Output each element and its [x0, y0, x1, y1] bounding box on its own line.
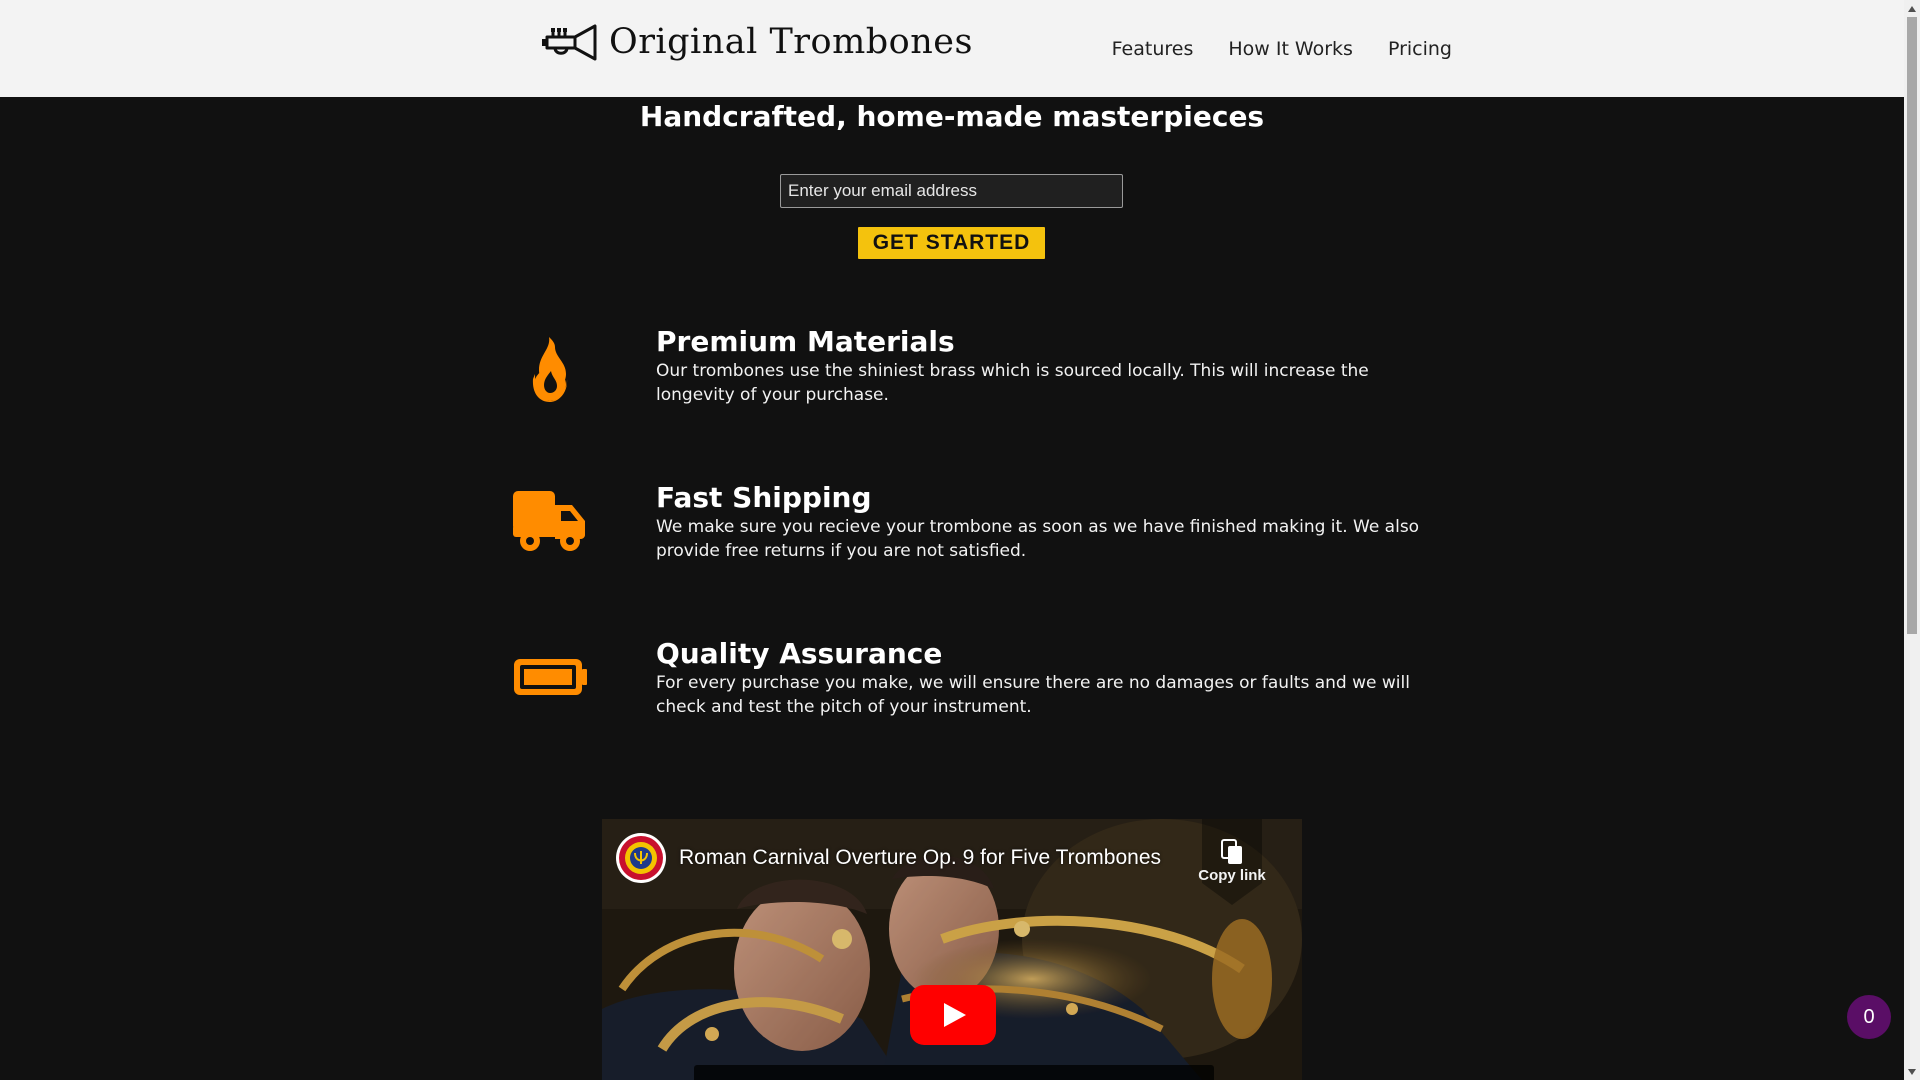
cart-count-badge[interactable]: 0: [1847, 995, 1891, 1039]
feature-title: Quality Assurance: [656, 637, 943, 670]
nav-link-how-it-works[interactable]: How It Works: [1228, 38, 1353, 60]
nav-link-features[interactable]: Features: [1112, 38, 1194, 60]
video-embed[interactable]: Roman Carnival Overture Op. 9 for Five T…: [602, 819, 1302, 1080]
feature-title: Premium Materials: [656, 325, 955, 358]
video-title[interactable]: Roman Carnival Overture Op. 9 for Five T…: [679, 846, 1161, 870]
battery-icon: [510, 637, 590, 717]
main-nav: Features How It Works Pricing: [1112, 38, 1452, 60]
hero-title: Handcrafted, home-made masterpieces: [639, 100, 1265, 133]
copy-link-button[interactable]: Copy link: [1198, 819, 1266, 905]
video-controls-bar: [694, 1065, 1214, 1080]
feature-text: Premium Materials Our trombones use the …: [656, 325, 1446, 407]
logo-text: Original Trombones: [609, 22, 973, 62]
logo[interactable]: Original Trombones: [541, 22, 973, 62]
feature-description: Our trombones use the shiniest brass whi…: [656, 361, 1369, 405]
trumpet-icon: [542, 24, 597, 61]
scroll-up-button[interactable]: [1904, 0, 1920, 17]
feature-text: Fast Shipping We make sure you recieve y…: [656, 481, 1446, 563]
feature-description: We make sure you recieve your trombone a…: [656, 517, 1420, 561]
caret-up-icon: [1908, 5, 1916, 12]
site-header: Original Trombones Features How It Works…: [0, 0, 1904, 97]
copy-icon: [1221, 839, 1242, 864]
caret-down-icon: [1908, 1068, 1916, 1075]
channel-avatar[interactable]: [616, 833, 666, 883]
play-icon: [910, 985, 996, 1045]
get-started-button[interactable]: GET STARTED: [858, 227, 1045, 259]
scrollbar-thumb[interactable]: [1907, 17, 1917, 634]
play-button[interactable]: [910, 985, 996, 1045]
feature-description: For every purchase you make, we will ens…: [656, 673, 1410, 717]
fire-icon: [510, 329, 590, 409]
scroll-down-button[interactable]: [1904, 1063, 1920, 1080]
page-scrollbar[interactable]: [1904, 0, 1920, 1080]
nav-link-pricing[interactable]: Pricing: [1388, 38, 1452, 60]
truck-icon: [510, 481, 590, 561]
feature-title: Fast Shipping: [656, 481, 872, 514]
copy-link-label: Copy link: [1198, 867, 1266, 884]
feature-text: Quality Assurance For every purchase you…: [656, 637, 1446, 719]
email-input[interactable]: [780, 174, 1123, 208]
